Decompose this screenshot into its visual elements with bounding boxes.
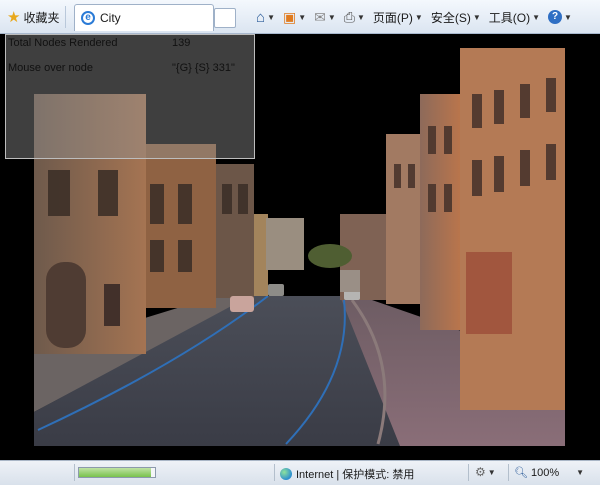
status-divider (508, 464, 509, 481)
zoom-button[interactable]: 🔍︎ 100% ▼ (514, 466, 585, 480)
favorites-label: 收藏夹 (23, 10, 60, 25)
printer-icon: ⎙ (343, 8, 355, 25)
help-icon: ? (548, 10, 563, 24)
chevron-down-icon: ▼ (532, 12, 541, 22)
nodes-rendered-value: 139 (172, 37, 191, 49)
security-zone[interactable]: Internet | 保护模式: 禁用 (280, 466, 414, 482)
command-bar: ⌂ ▼ ▣ ▼ ✉ ▼ ⎙ ▼ 页面(P) ▼ 安全(S) ▼ 工具(O) ▼ … (252, 6, 576, 28)
status-divider (274, 464, 275, 481)
building-right-2 (420, 94, 460, 330)
rss-icon: ▣ (282, 8, 297, 25)
car-red (230, 296, 254, 312)
building-right-3 (386, 134, 420, 304)
favorites-star-icon: ★ (7, 8, 21, 26)
help-button[interactable]: ? ▼ (544, 6, 576, 28)
building-center (266, 218, 304, 270)
status-divider (468, 464, 469, 481)
chevron-down-icon: ▼ (487, 467, 496, 477)
chevron-down-icon: ▼ (267, 12, 275, 22)
page-menu[interactable]: 页面(P) ▼ (369, 6, 427, 28)
safety-menu-label: 安全(S) (430, 10, 471, 25)
mail-button[interactable]: ✉ ▼ (310, 6, 340, 28)
new-tab-button[interactable] (214, 8, 236, 28)
favorites-button[interactable]: ★ 收藏夹 (4, 6, 67, 28)
page-load-progress (78, 467, 156, 478)
mouse-over-node-value: "{G} {S} 331" (172, 62, 235, 74)
status-divider (74, 464, 75, 481)
home-icon: ⌂ (256, 8, 266, 26)
chevron-down-icon: ▼ (357, 12, 365, 22)
addons-button[interactable]: ⚙ ▼ (475, 465, 496, 479)
chevron-down-icon: ▼ (298, 12, 307, 22)
progress-fill (79, 468, 152, 477)
mail-icon: ✉ (314, 8, 326, 25)
feeds-button[interactable]: ▣ ▼ (279, 6, 310, 28)
bus (340, 270, 360, 292)
print-button[interactable]: ⎙ ▼ (340, 6, 369, 28)
chevron-down-icon: ▼ (564, 12, 572, 22)
building-left-3 (216, 164, 254, 298)
magnifier-icon: 🔍︎ (514, 467, 528, 479)
tools-menu[interactable]: 工具(O) ▼ (485, 6, 544, 28)
building-left-4 (254, 214, 268, 296)
storefront-right (466, 252, 512, 334)
browser-toolbar: ★ 收藏夹 e City ⌂ ▼ ▣ ▼ ✉ ▼ ⎙ ▼ 页面(P) ▼ 安全(… (0, 0, 600, 34)
tree-cluster (308, 244, 352, 268)
chevron-down-icon: ▼ (327, 12, 336, 22)
status-bar: Internet | 保护模式: 禁用 ⚙ ▼ 🔍︎ 100% ▼ (0, 460, 600, 485)
home-button[interactable]: ⌂ ▼ (252, 6, 279, 28)
tools-menu-label: 工具(O) (488, 10, 531, 25)
page-menu-label: 页面(P) (372, 10, 413, 25)
security-zone-text: Internet | 保护模式: 禁用 (296, 469, 415, 481)
globe-icon (280, 468, 292, 480)
building-left-2 (146, 144, 216, 308)
render-viewport[interactable]: Total Nodes Rendered 139 Mouse over node… (0, 34, 600, 460)
chevron-down-icon: ▼ (414, 12, 423, 22)
door-left-2 (104, 284, 120, 326)
tab-title: City (100, 11, 121, 25)
nodes-rendered-label: Total Nodes Rendered (8, 37, 118, 49)
debug-overlay: Total Nodes Rendered 139 Mouse over node… (5, 34, 255, 159)
mouse-over-node-label: Mouse over node (8, 62, 93, 74)
chevron-down-icon: ▼ (472, 12, 481, 22)
zoom-level: 100% (530, 466, 560, 479)
ie-page-icon: e (81, 11, 95, 25)
chevron-down-icon: ▼ (576, 468, 585, 477)
tab-city[interactable]: e City (74, 4, 214, 31)
safety-menu[interactable]: 安全(S) ▼ (427, 6, 485, 28)
arched-door (46, 262, 86, 348)
gear-icon: ⚙ (475, 465, 486, 479)
car-grey (268, 284, 284, 296)
